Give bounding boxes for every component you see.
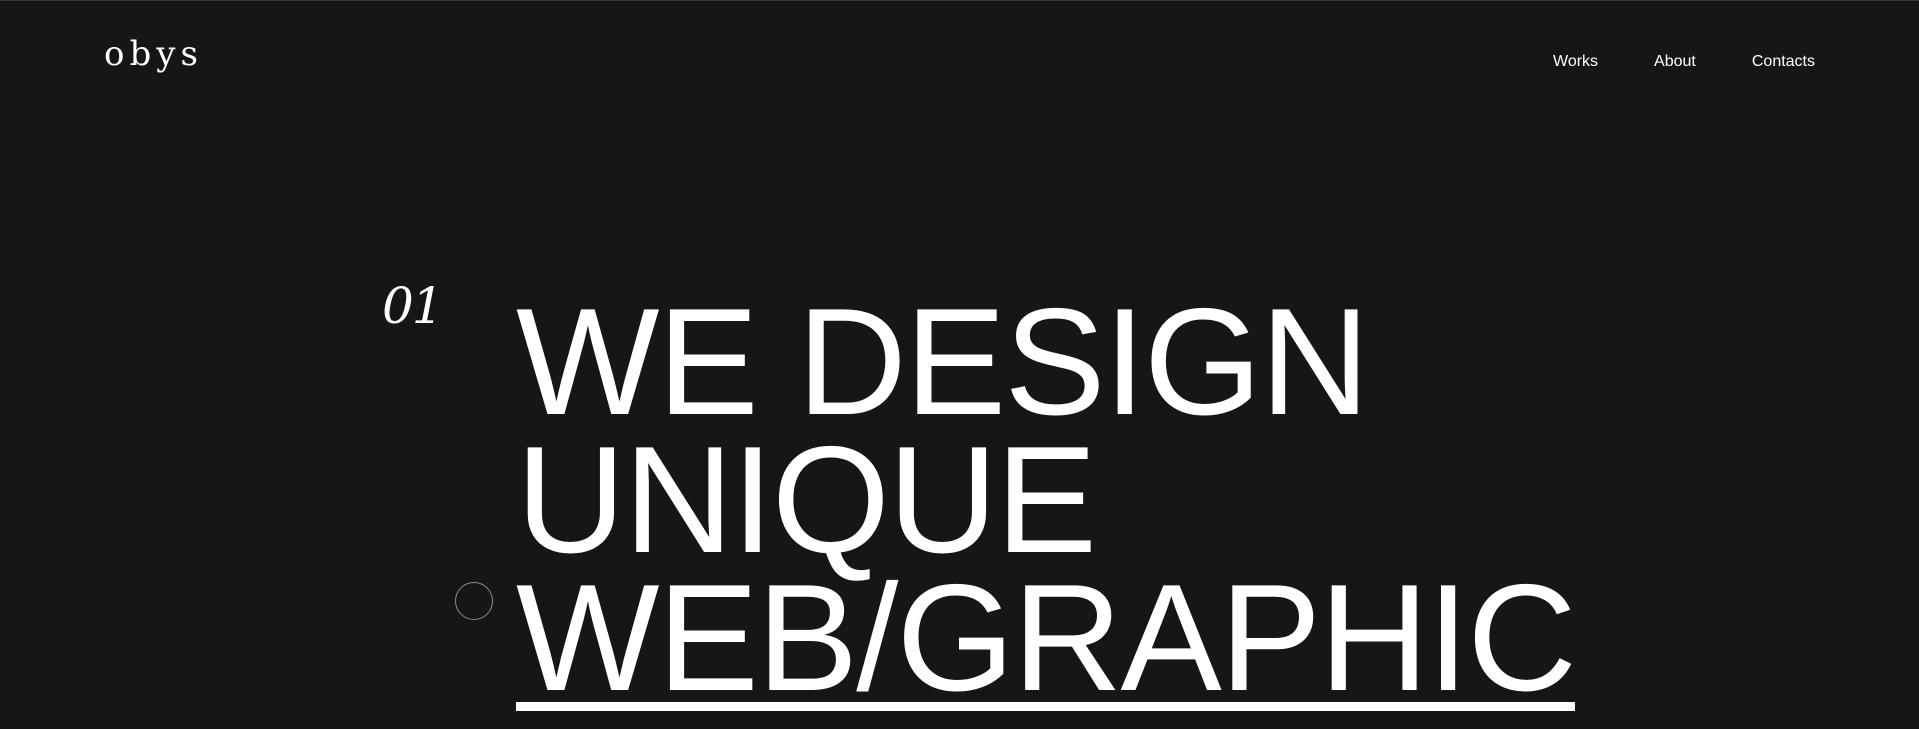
hero-headline: WE DESIGN UNIQUE WEB/GRAPHIC xyxy=(516,277,1577,723)
hero-line-2: UNIQUE xyxy=(516,415,1097,585)
hero-line-1: WE DESIGN xyxy=(516,277,1370,447)
brand-logo[interactable]: obys xyxy=(104,37,203,71)
nav-link-contacts[interactable]: Contacts xyxy=(1752,54,1815,70)
section-number: 01 xyxy=(382,277,444,335)
hero-line-3: WEB/GRAPHIC xyxy=(516,553,1577,723)
cursor-circle-icon xyxy=(455,582,493,620)
main-nav: Works About Contacts xyxy=(1553,54,1815,70)
nav-link-works[interactable]: Works xyxy=(1553,54,1598,70)
nav-link-about[interactable]: About xyxy=(1654,54,1696,70)
